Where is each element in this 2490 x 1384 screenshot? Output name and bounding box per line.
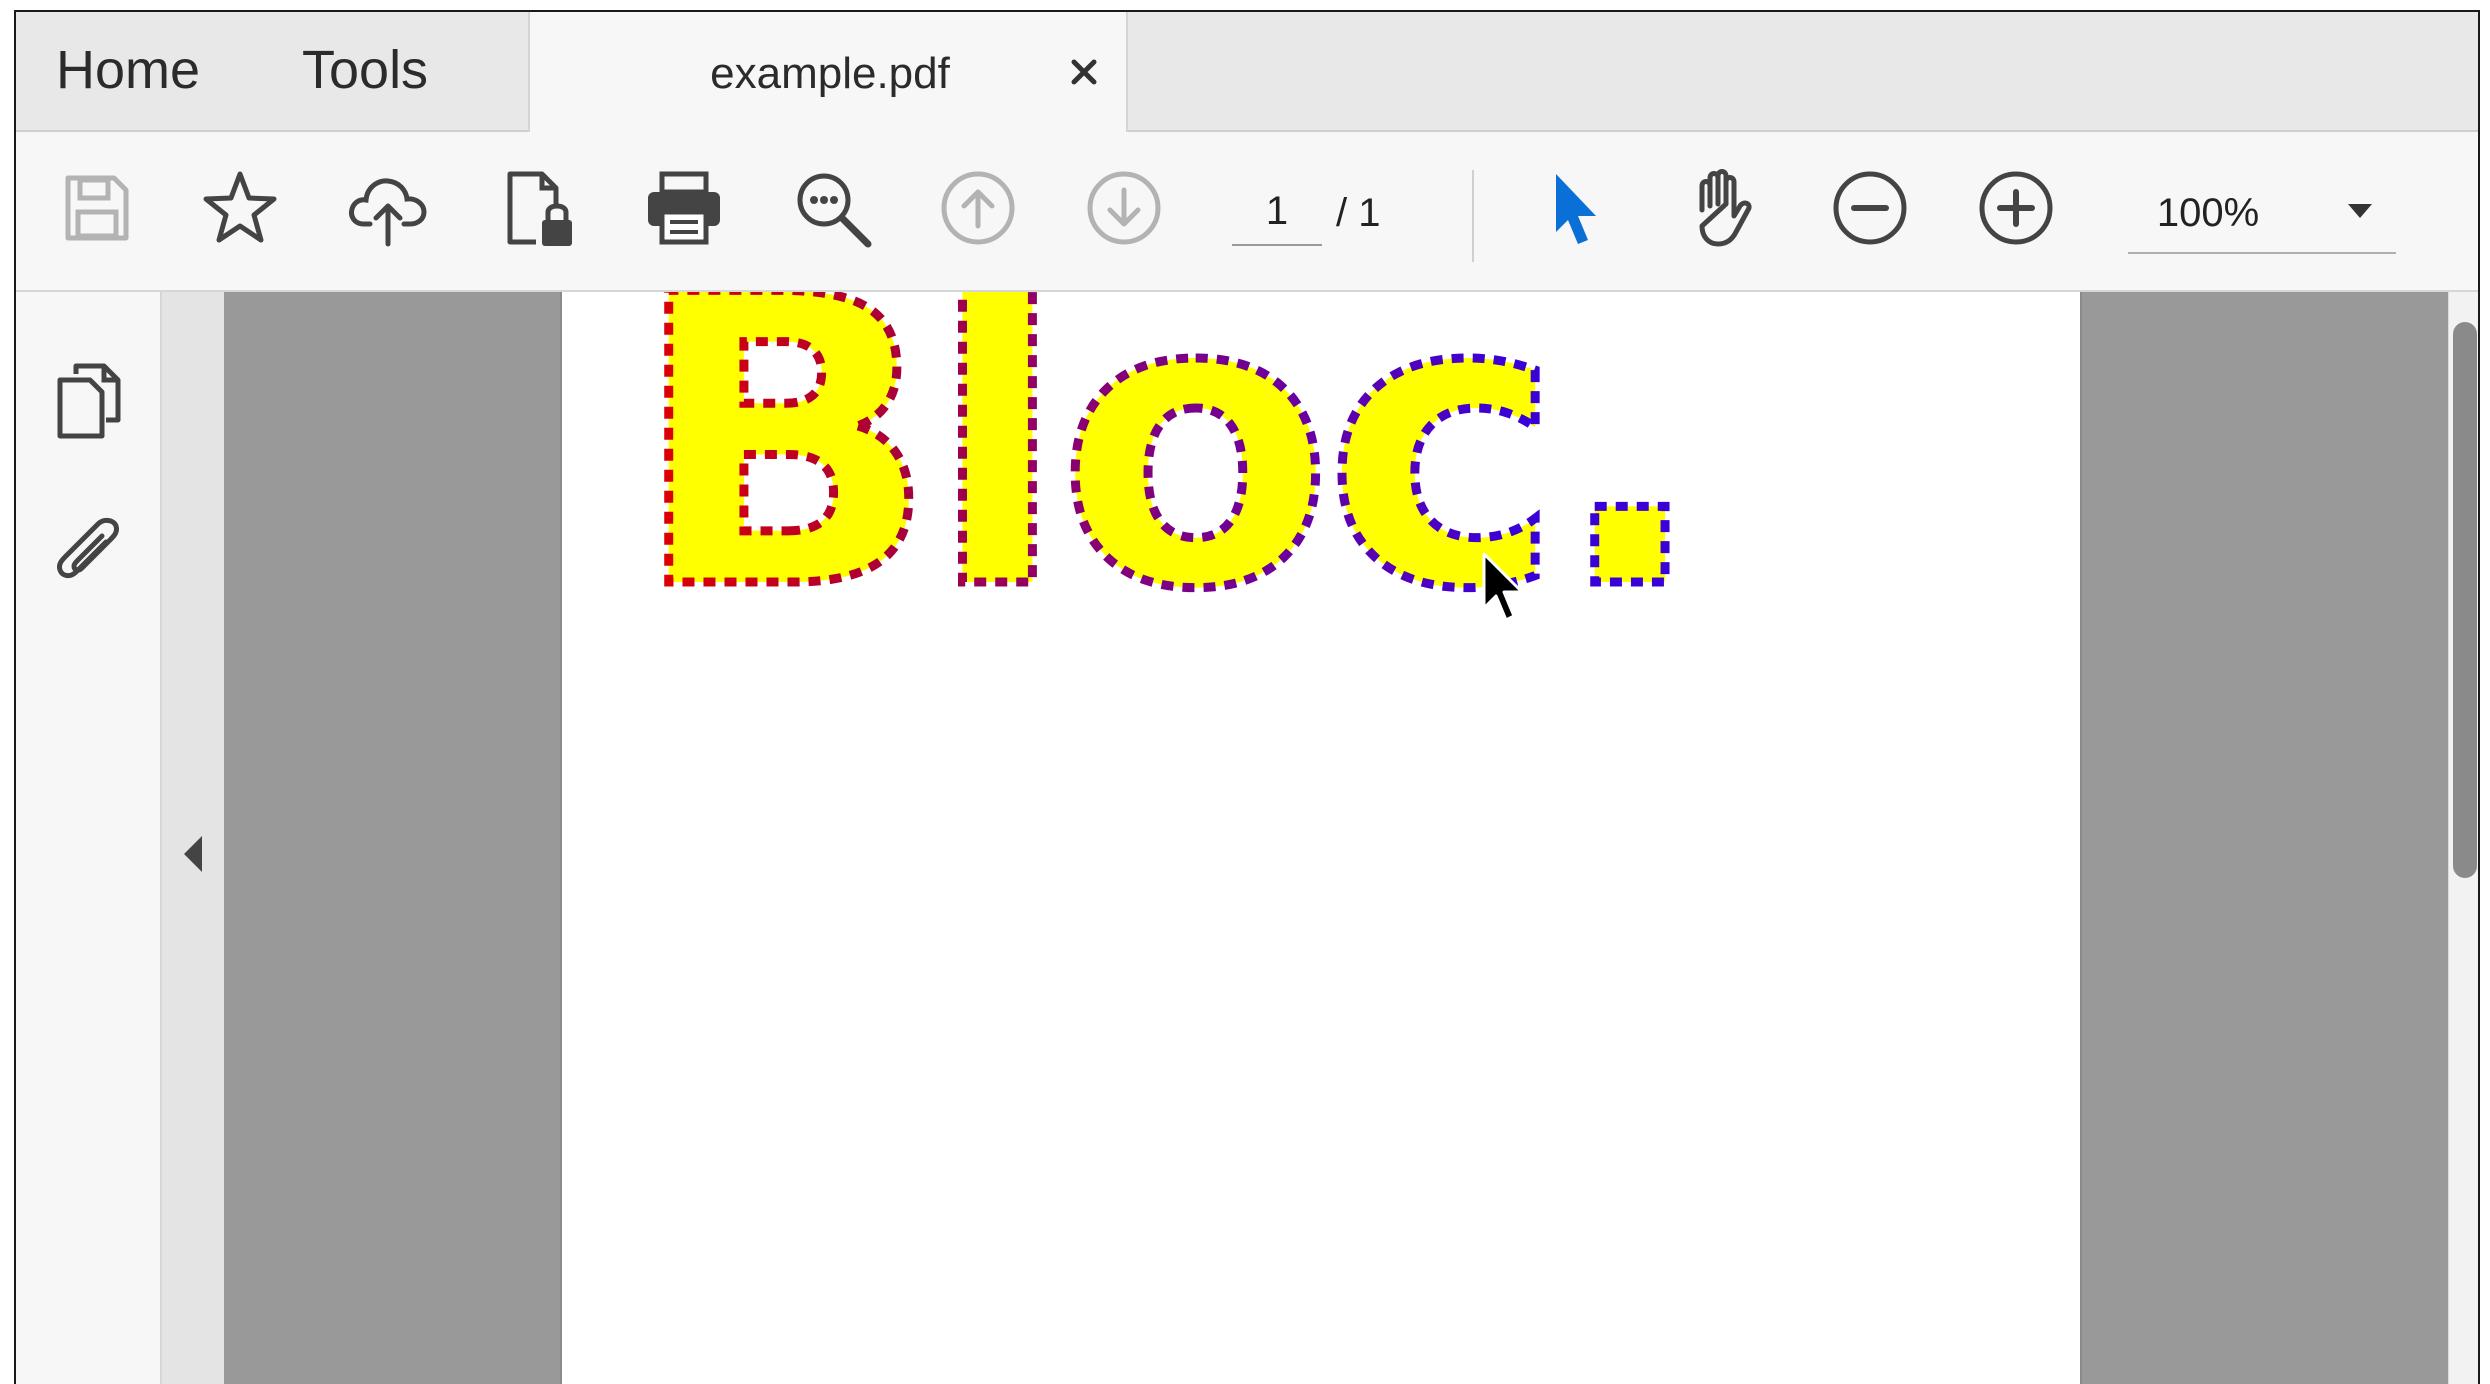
- chevron-down-icon[interactable]: [2348, 204, 2372, 218]
- tab-tools[interactable]: Tools: [302, 12, 428, 132]
- left-navigation-panel: [16, 292, 162, 1384]
- page-total: / 1: [1336, 191, 1381, 235]
- page-number-input[interactable]: 1: [1232, 178, 1322, 246]
- mouse-cursor-icon: [1480, 552, 1526, 624]
- document-text: Bloc.: [632, 292, 1698, 677]
- document-area[interactable]: Bloc.: [224, 292, 2448, 1384]
- collapse-arrow-icon[interactable]: [184, 836, 202, 872]
- page-down-icon[interactable]: [1082, 166, 1166, 250]
- pdf-viewer-window: Home Tools example.pdf 1 / 1 100% Bloc.: [14, 10, 2480, 1384]
- tab-home[interactable]: Home: [56, 12, 200, 132]
- star-icon[interactable]: [198, 166, 282, 250]
- close-icon[interactable]: [1064, 52, 1104, 92]
- pages-icon[interactable]: [46, 358, 130, 442]
- print-icon[interactable]: [642, 166, 726, 250]
- tab-bar: Home Tools example.pdf: [16, 12, 2478, 134]
- tab-document[interactable]: example.pdf: [528, 12, 1128, 134]
- zoom-value: 100%: [2156, 191, 2260, 235]
- document-tab-title: example.pdf: [710, 49, 950, 98]
- search-icon[interactable]: [790, 166, 874, 250]
- zoom-in-icon[interactable]: [1974, 166, 2058, 250]
- vertical-scrollbar[interactable]: [2448, 292, 2478, 1384]
- toolbar-divider: [1472, 170, 1474, 262]
- save-icon[interactable]: [54, 166, 138, 250]
- attachment-icon[interactable]: [46, 512, 130, 596]
- zoom-out-icon[interactable]: [1828, 166, 1912, 250]
- hand-icon[interactable]: [1680, 166, 1764, 250]
- scrollbar-thumb[interactable]: [2453, 322, 2477, 878]
- panel-collapse-strip[interactable]: [162, 292, 224, 1384]
- pdf-page[interactable]: Bloc.: [560, 292, 2082, 1384]
- protect-file-icon[interactable]: [494, 166, 578, 250]
- select-cursor-icon[interactable]: [1534, 166, 1618, 250]
- cloud-upload-icon[interactable]: [346, 166, 430, 250]
- page-content: Bloc.: [628, 292, 1711, 682]
- toolbar: 1 / 1 100%: [16, 132, 2478, 292]
- zoom-select[interactable]: 100%: [2128, 172, 2396, 254]
- page-up-icon[interactable]: [936, 166, 1020, 250]
